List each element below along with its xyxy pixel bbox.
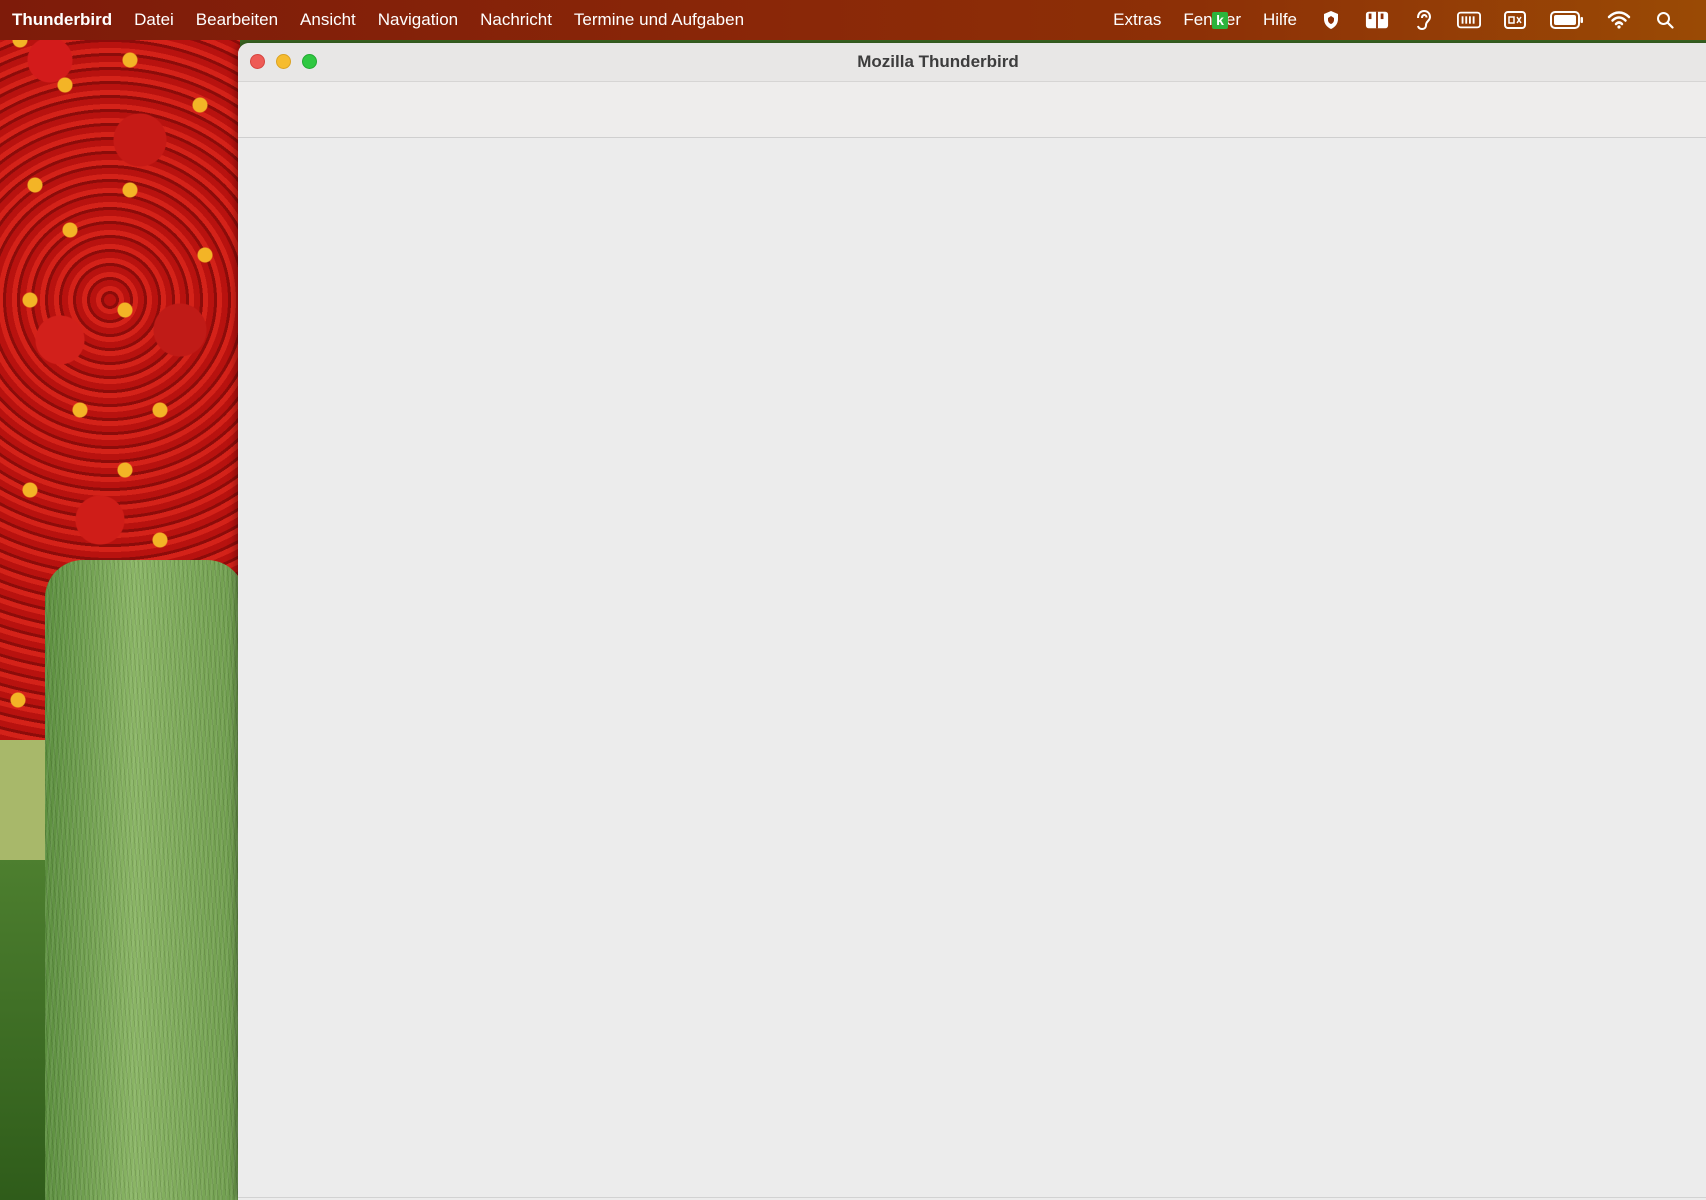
menu-nachricht[interactable]: Nachricht <box>469 10 563 30</box>
window-bottom-edge <box>238 1197 1706 1198</box>
menu-bar-left: Thunderbird Datei Bearbeiten Ansicht Nav… <box>0 10 755 30</box>
desktop: Thunderbird Datei Bearbeiten Ansicht Nav… <box>0 0 1706 1200</box>
search-icon[interactable] <box>1653 9 1677 31</box>
caption-icon[interactable] <box>1503 9 1527 31</box>
window-title: Mozilla Thunderbird <box>857 52 1019 71</box>
menu-datei[interactable]: Datei <box>123 10 185 30</box>
battery-icon[interactable] <box>1549 9 1585 31</box>
wifi-icon[interactable] <box>1607 9 1631 31</box>
menu-app-name[interactable]: Thunderbird <box>12 10 123 30</box>
thunderbird-window: Mozilla Thunderbird <box>238 43 1706 1200</box>
reader-icon[interactable] <box>1365 9 1389 31</box>
window-toolbar <box>238 82 1706 138</box>
wallpaper-grass-block <box>45 560 245 1200</box>
menu-termine-und-aufgaben[interactable]: Termine und Aufgaben <box>563 10 755 30</box>
window-content-area <box>238 138 1706 1178</box>
menu-extras[interactable]: Extras <box>1102 10 1172 30</box>
menu-bar-right: Extras Fenster Hilfe <box>1102 9 1706 31</box>
menu-navigation[interactable]: Navigation <box>367 10 469 30</box>
menu-ansicht[interactable]: Ansicht <box>289 10 367 30</box>
shield-icon[interactable] <box>1319 9 1343 31</box>
window-titlebar[interactable]: Mozilla Thunderbird <box>238 43 1706 82</box>
menu-hilfe[interactable]: Hilfe <box>1252 10 1308 30</box>
hearing-icon[interactable] <box>1411 9 1435 31</box>
input-method-icon[interactable]: k <box>1212 12 1228 29</box>
menu-bearbeiten[interactable]: Bearbeiten <box>185 10 289 30</box>
menu-bar: Thunderbird Datei Bearbeiten Ansicht Nav… <box>0 0 1706 40</box>
keyboard-icon[interactable] <box>1457 9 1481 31</box>
